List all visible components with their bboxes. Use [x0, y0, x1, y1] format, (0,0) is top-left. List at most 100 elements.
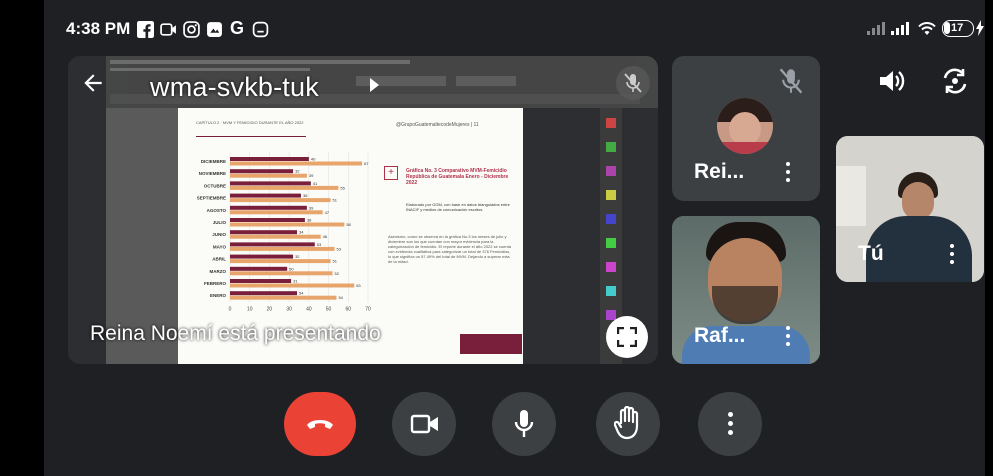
- meet-app: 4:38 PM G 17 CAPÍTULO 2 · MVM Y FEMICIDI…: [0, 0, 993, 476]
- video-camera-icon: [410, 414, 438, 434]
- bar-value-label: 47: [325, 210, 330, 215]
- presenter-mic-muted: [616, 66, 650, 100]
- chart-caption-body: Asimismo, como se observa en la gráfica …: [388, 234, 511, 264]
- category-label: MAYO: [213, 244, 227, 249]
- end-call-button[interactable]: [284, 392, 356, 456]
- bar-value-label: 51: [333, 198, 338, 203]
- more-vert-icon: [722, 410, 738, 438]
- bar-series-1: [230, 230, 298, 235]
- participant-menu-icon[interactable]: [780, 324, 796, 350]
- bar-value-label: 63: [356, 283, 361, 288]
- slide-footer-block: [460, 334, 522, 354]
- bar-value-label: 31: [293, 279, 298, 284]
- category-label: OCTUBRE: [204, 183, 226, 188]
- presentation-stage[interactable]: CAPÍTULO 2 · MVM Y FEMICIDIO DURANTE EL …: [68, 56, 658, 364]
- bar-value-label: 39: [309, 205, 314, 210]
- wifi-icon: [918, 22, 936, 35]
- x-tick-label: 0: [229, 306, 232, 312]
- signal-1-icon: [867, 22, 885, 35]
- self-name: Tú: [858, 242, 884, 265]
- instagram-icon: [183, 21, 200, 38]
- bar-value-label: 40: [311, 157, 316, 162]
- bar-series-2: [230, 222, 345, 227]
- x-tick-label: 50: [326, 306, 332, 312]
- category-label: JUNIO: [212, 232, 226, 237]
- bar-series-1: [230, 254, 294, 259]
- meeting-code[interactable]: wma-svkb-tuk: [150, 72, 319, 103]
- mic-off-icon: [624, 73, 642, 93]
- screen-bezel-left: [0, 0, 44, 476]
- bar-value-label: 34: [299, 230, 304, 235]
- hang-up-icon: [307, 420, 333, 429]
- x-tick-label: 20: [267, 306, 273, 312]
- google-icon: G: [230, 18, 245, 38]
- bar-series-2: [230, 295, 337, 300]
- status-time: 4:38 PM: [66, 19, 131, 38]
- bar-value-label: 54: [299, 291, 304, 296]
- bar-value-label: 52: [335, 271, 340, 276]
- more-options-button[interactable]: [698, 392, 762, 456]
- facebook-icon: [137, 21, 154, 38]
- x-tick-label: 40: [306, 306, 312, 312]
- bar-value-label: 38: [307, 218, 312, 223]
- bar-series-1: [230, 279, 292, 283]
- camera-button[interactable]: [392, 392, 456, 456]
- category-label: ABRIL: [212, 257, 226, 262]
- bar-series-2: [230, 271, 333, 276]
- bar-series-2: [230, 246, 335, 251]
- chevron-right-icon[interactable]: [368, 78, 380, 92]
- battery-level: [944, 22, 950, 34]
- bar-series-2: [230, 173, 307, 178]
- participant-menu-icon[interactable]: [780, 160, 796, 186]
- self-tile[interactable]: Tú: [836, 136, 984, 282]
- bar-value-label: 55: [340, 185, 345, 190]
- bar-series-2: [230, 259, 331, 264]
- bar-value-label: 41: [313, 181, 318, 186]
- participant-tile-reina[interactable]: Rei...: [672, 56, 820, 201]
- bar-value-label: 50: [289, 266, 294, 271]
- bar-series-2: [230, 198, 331, 203]
- bar-value-label: 32: [295, 169, 300, 174]
- participant-avatar: [717, 98, 773, 154]
- chat-app-icon: [252, 21, 269, 38]
- category-label: MARZO: [210, 269, 227, 274]
- battery-percent: 17: [951, 22, 964, 34]
- fullscreen-button[interactable]: [606, 316, 648, 358]
- screen-bezel-right: [985, 0, 993, 476]
- mic-off-icon: [779, 68, 803, 94]
- bar-series-1: [230, 181, 311, 186]
- bar-series-1: [230, 169, 294, 174]
- category-label: SEPTIEMBRE: [197, 196, 226, 201]
- bar-value-label: 53: [336, 246, 341, 251]
- bar-series-1: [230, 157, 309, 161]
- bar-value-label: 54: [338, 295, 343, 300]
- charging-icon: [976, 20, 984, 36]
- raise-hand-button[interactable]: [596, 392, 660, 456]
- switch-camera-icon[interactable]: [940, 66, 970, 96]
- x-tick-label: 10: [247, 306, 253, 312]
- bar-value-label: 32: [295, 254, 300, 259]
- presenting-status: Reina Noemí está presentando: [90, 322, 381, 345]
- speaker-icon[interactable]: [876, 66, 906, 96]
- bar-value-label: 58: [346, 222, 351, 227]
- back-arrow-icon[interactable]: [80, 70, 106, 96]
- bar-series-2: [230, 185, 339, 190]
- category-label: NOVIEMBRE: [199, 171, 226, 176]
- category-label: DICIEMBRE: [201, 159, 226, 164]
- battery-icon: 17: [942, 20, 974, 37]
- self-menu-icon[interactable]: [944, 242, 960, 268]
- category-label: FEBRERO: [204, 281, 227, 286]
- bar-value-label: 51: [333, 259, 338, 264]
- category-label: AGOSTO: [207, 208, 227, 213]
- participant-name: Raf...: [694, 324, 746, 347]
- participant-name: Rei...: [694, 160, 745, 183]
- bar-series-1: [230, 266, 288, 271]
- chart-plus-icon: +: [384, 166, 398, 180]
- participant-tile-rafael[interactable]: Raf...: [672, 216, 820, 364]
- x-tick-label: 70: [365, 306, 371, 312]
- bar-series-1: [230, 205, 307, 210]
- microphone-button[interactable]: [492, 392, 556, 456]
- bar-series-2: [230, 234, 321, 239]
- signal-2-icon: [891, 22, 909, 35]
- bar-series-2: [230, 283, 355, 288]
